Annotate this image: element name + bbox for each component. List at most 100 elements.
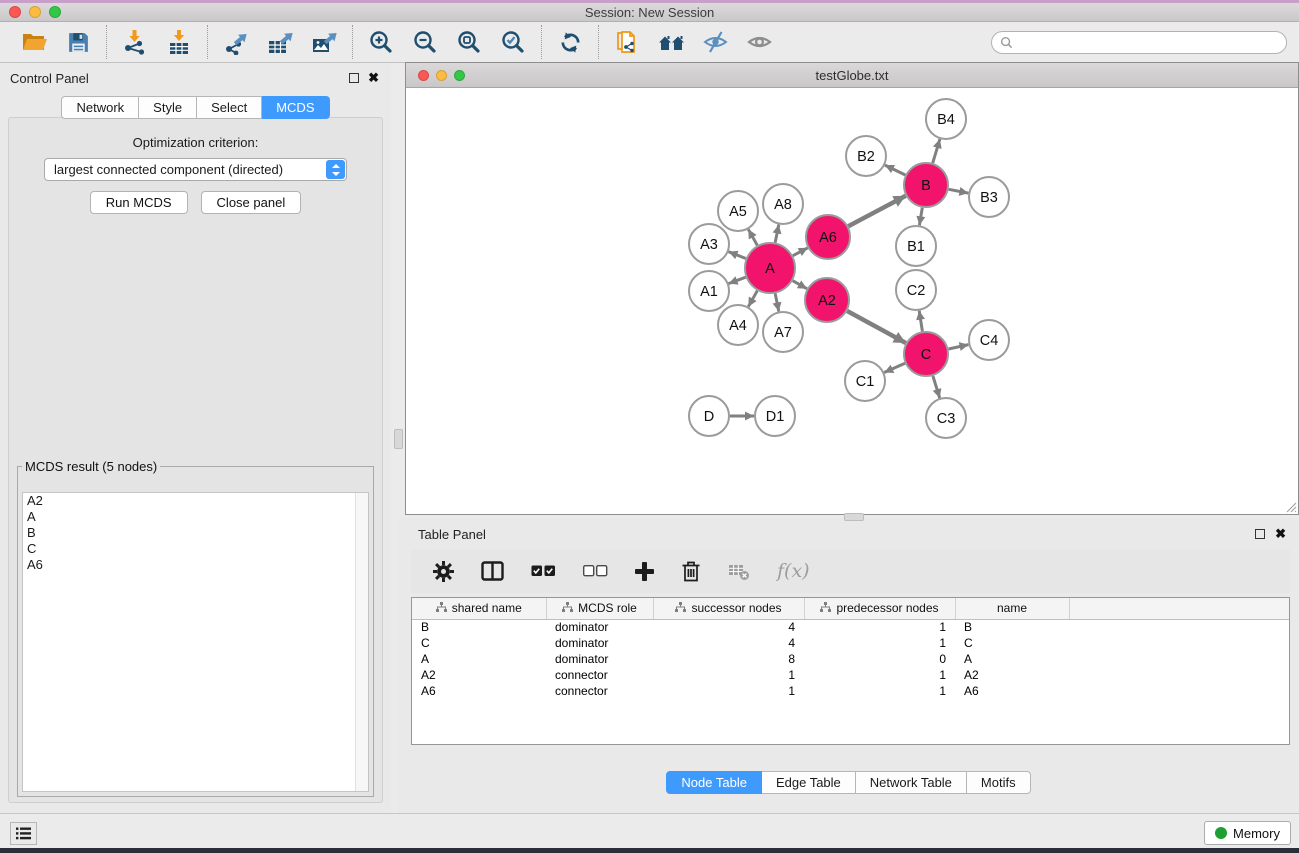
table-cell[interactable]: B bbox=[412, 619, 546, 635]
edge-A-A4[interactable] bbox=[748, 291, 757, 307]
table-cell[interactable]: 1 bbox=[653, 667, 804, 683]
network-close-button[interactable] bbox=[418, 70, 429, 81]
column-header-shared-name[interactable]: shared name bbox=[412, 598, 546, 619]
edge-B-B3[interactable] bbox=[949, 189, 969, 193]
edge-C-C2[interactable] bbox=[919, 311, 922, 332]
table-cell[interactable]: C bbox=[412, 635, 546, 651]
tab-network[interactable]: Network bbox=[61, 96, 139, 119]
edge-C-C3[interactable] bbox=[933, 376, 940, 398]
tab-style[interactable]: Style bbox=[139, 96, 197, 119]
edge-A-A1[interactable] bbox=[729, 277, 746, 283]
tab-network-table[interactable]: Network Table bbox=[856, 771, 967, 794]
window-resize-grip[interactable] bbox=[1284, 500, 1297, 513]
table-cell[interactable]: 4 bbox=[653, 635, 804, 651]
table-cell[interactable]: A2 bbox=[955, 667, 1069, 683]
tab-select[interactable]: Select bbox=[197, 96, 262, 119]
table-settings-gear-icon[interactable] bbox=[433, 561, 454, 582]
mcds-result-item[interactable]: A2 bbox=[23, 493, 368, 509]
open-file-icon[interactable] bbox=[20, 28, 48, 56]
edge-B-B2[interactable] bbox=[885, 165, 905, 175]
mcds-result-item[interactable]: A bbox=[23, 509, 368, 525]
edge-A-A5[interactable] bbox=[748, 229, 757, 245]
table-row[interactable]: A6connector11A6 bbox=[412, 683, 1289, 699]
column-header-successor-nodes[interactable]: successor nodes bbox=[653, 598, 804, 619]
tab-motifs[interactable]: Motifs bbox=[967, 771, 1031, 794]
table-cell[interactable]: B bbox=[955, 619, 1069, 635]
edge-C-C4[interactable] bbox=[949, 345, 969, 349]
show-task-history-button[interactable] bbox=[10, 822, 37, 845]
table-cell[interactable]: 1 bbox=[804, 667, 955, 683]
table-cell[interactable]: A6 bbox=[412, 683, 546, 699]
delete-table-icon[interactable] bbox=[728, 561, 750, 581]
close-panel-icon[interactable]: ✖ bbox=[368, 70, 379, 86]
table-row[interactable]: Adominator80A bbox=[412, 651, 1289, 667]
table-cell[interactable]: dominator bbox=[546, 619, 653, 635]
run-mcds-button[interactable]: Run MCDS bbox=[90, 191, 188, 214]
show-column-panel-icon[interactable] bbox=[481, 561, 504, 581]
edge-B-B1[interactable] bbox=[919, 208, 922, 226]
table-cell[interactable]: A6 bbox=[955, 683, 1069, 699]
tab-edge-table[interactable]: Edge Table bbox=[762, 771, 856, 794]
home-icon[interactable] bbox=[657, 28, 685, 56]
table-cell[interactable]: connector bbox=[546, 683, 653, 699]
unselect-all-columns-icon[interactable] bbox=[583, 565, 608, 577]
memory-button[interactable]: Memory bbox=[1204, 821, 1291, 845]
result-scrollbar[interactable] bbox=[355, 493, 368, 791]
horizontal-splitter-grip[interactable] bbox=[844, 513, 864, 521]
export-image-icon[interactable] bbox=[310, 28, 338, 56]
zoom-window-button[interactable] bbox=[49, 6, 61, 18]
column-header-predecessor-nodes[interactable]: predecessor nodes bbox=[804, 598, 955, 619]
edge-A-A8[interactable] bbox=[775, 225, 779, 243]
save-session-icon[interactable] bbox=[64, 28, 92, 56]
zoom-fit-icon[interactable] bbox=[455, 28, 483, 56]
mcds-result-item[interactable]: A6 bbox=[23, 557, 368, 573]
refresh-icon[interactable] bbox=[556, 28, 584, 56]
column-header-MCDS-role[interactable]: MCDS role bbox=[546, 598, 653, 619]
zoom-out-icon[interactable] bbox=[411, 28, 439, 56]
function-builder-icon[interactable]: f(x) bbox=[777, 560, 810, 582]
edge-A2-C[interactable] bbox=[847, 311, 906, 343]
edge-A6-B[interactable] bbox=[848, 196, 905, 226]
close-window-button[interactable] bbox=[9, 6, 21, 18]
table-cell[interactable]: dominator bbox=[546, 651, 653, 667]
table-cell[interactable]: 1 bbox=[804, 683, 955, 699]
tab-mcds[interactable]: MCDS bbox=[262, 96, 329, 119]
table-cell[interactable]: C bbox=[955, 635, 1069, 651]
vertical-splitter-grip[interactable] bbox=[394, 429, 403, 449]
table-row[interactable]: Cdominator41C bbox=[412, 635, 1289, 651]
import-network-icon[interactable] bbox=[121, 28, 149, 56]
edge-C-C1[interactable] bbox=[884, 363, 905, 372]
search-input[interactable] bbox=[1018, 34, 1278, 50]
zoom-selected-icon[interactable] bbox=[499, 28, 527, 56]
tab-node-table[interactable]: Node Table bbox=[666, 771, 762, 794]
edge-A-A7[interactable] bbox=[775, 294, 779, 312]
network-zoom-button[interactable] bbox=[454, 70, 465, 81]
table-cell[interactable]: A bbox=[412, 651, 546, 667]
table-close-panel-icon[interactable]: ✖ bbox=[1275, 526, 1286, 542]
edge-A-A6[interactable] bbox=[793, 248, 808, 256]
table-row[interactable]: A2connector11A2 bbox=[412, 667, 1289, 683]
close-panel-button[interactable]: Close panel bbox=[201, 191, 302, 214]
create-column-plus-icon[interactable] bbox=[635, 562, 654, 581]
table-cell[interactable]: A bbox=[955, 651, 1069, 667]
export-table-icon[interactable] bbox=[266, 28, 294, 56]
table-cell[interactable]: connector bbox=[546, 667, 653, 683]
network-minimize-button[interactable] bbox=[436, 70, 447, 81]
delete-column-trash-icon[interactable] bbox=[681, 560, 701, 582]
table-cell[interactable]: dominator bbox=[546, 635, 653, 651]
table-cell[interactable]: 1 bbox=[804, 635, 955, 651]
criterion-dropdown[interactable]: largest connected component (directed) bbox=[44, 158, 347, 181]
table-cell[interactable]: 1 bbox=[653, 683, 804, 699]
select-all-columns-icon[interactable] bbox=[531, 565, 556, 577]
session-from-network-icon[interactable] bbox=[613, 28, 641, 56]
mcds-result-item[interactable]: C bbox=[23, 541, 368, 557]
minimize-window-button[interactable] bbox=[29, 6, 41, 18]
table-cell[interactable]: 8 bbox=[653, 651, 804, 667]
edge-A-A3[interactable] bbox=[729, 252, 746, 259]
import-table-icon[interactable] bbox=[165, 28, 193, 56]
edge-A-A2[interactable] bbox=[793, 281, 807, 289]
network-window-titlebar[interactable]: testGlobe.txt bbox=[406, 63, 1298, 88]
table-cell[interactable]: A2 bbox=[412, 667, 546, 683]
table-cell[interactable]: 4 bbox=[653, 619, 804, 635]
table-row[interactable]: Bdominator41B bbox=[412, 619, 1289, 635]
